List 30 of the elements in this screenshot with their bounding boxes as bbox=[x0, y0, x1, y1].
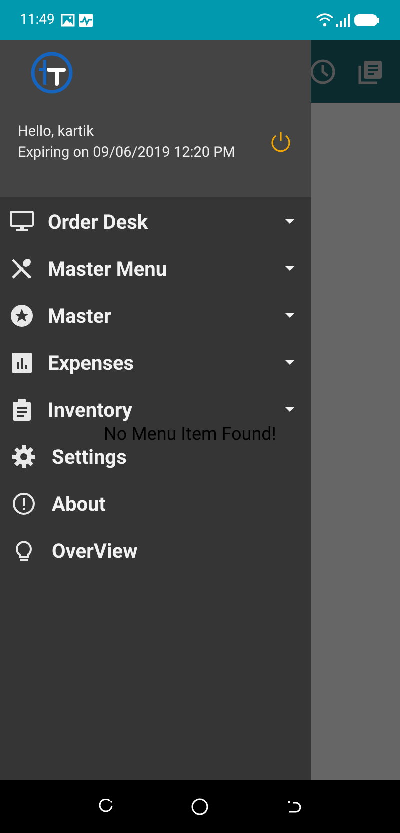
menu-item[interactable]: OverView bbox=[52, 538, 138, 562]
caret-icon[interactable] bbox=[285, 313, 295, 318]
bar-chart-icon bbox=[10, 350, 34, 374]
activity-icon bbox=[78, 14, 93, 26]
caret-icon[interactable] bbox=[285, 266, 295, 271]
info-icon bbox=[12, 492, 36, 516]
menu-item[interactable]: Inventory bbox=[48, 398, 132, 422]
monitor-icon bbox=[10, 210, 34, 234]
menu-item[interactable]: Master Menu bbox=[48, 256, 168, 280]
power-icon[interactable] bbox=[269, 130, 293, 154]
clipboard-icon bbox=[10, 398, 34, 422]
wifi-icon bbox=[316, 13, 334, 27]
menu-item[interactable]: Order Desk bbox=[48, 210, 148, 234]
home-icon[interactable] bbox=[190, 798, 209, 816]
expiry-text: Expiring on 09/06/2019 12:20 PM bbox=[18, 143, 236, 163]
recents-icon[interactable] bbox=[98, 798, 114, 814]
status-time: 11:49 bbox=[20, 10, 55, 30]
back-icon[interactable] bbox=[286, 798, 302, 814]
caret-icon[interactable] bbox=[285, 219, 295, 224]
menu-item[interactable]: About bbox=[52, 492, 106, 516]
menu-item[interactable]: Expenses bbox=[48, 350, 134, 374]
caret-icon[interactable] bbox=[285, 360, 295, 365]
signal-icon bbox=[336, 13, 350, 27]
utensils-icon bbox=[10, 256, 34, 280]
image-icon bbox=[60, 14, 75, 26]
menu-item[interactable]: Settings bbox=[52, 444, 127, 468]
menu-item[interactable]: Master bbox=[48, 304, 112, 328]
caret-icon[interactable] bbox=[285, 407, 295, 412]
greeting-text: Hello, kartik bbox=[18, 122, 95, 142]
battery-icon bbox=[354, 14, 380, 26]
